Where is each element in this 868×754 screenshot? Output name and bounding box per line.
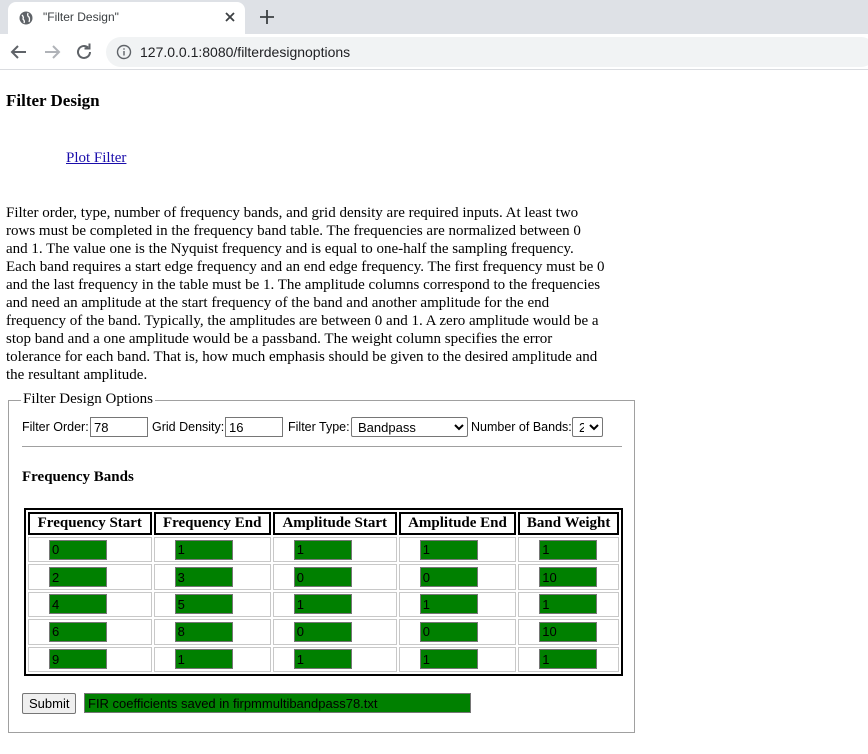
table-cell <box>518 646 619 672</box>
tab-title: "Filter Design" <box>43 10 119 24</box>
amplitude-start-input[interactable] <box>293 594 352 615</box>
frequency-start-input[interactable] <box>49 567 107 588</box>
filter-design-options-fieldset: Filter Design Options Filter Order: Grid… <box>8 391 635 733</box>
frequency-bands-heading: Frequency Bands <box>22 469 134 485</box>
frequency-start-input[interactable] <box>49 621 107 642</box>
frequency-end-input[interactable] <box>174 567 233 588</box>
table-cell <box>153 564 271 590</box>
tab-strip: "Filter Design" <box>0 0 868 34</box>
table-row <box>28 646 619 672</box>
band-weight-input[interactable] <box>539 621 598 642</box>
table-cell <box>272 564 397 590</box>
grid-density-label: Grid Density: <box>152 420 225 434</box>
table-cell <box>28 564 152 590</box>
frequency-bands-table: Frequency Start Frequency End Amplitude … <box>24 508 623 676</box>
amplitude-start-input[interactable] <box>293 567 352 588</box>
amplitude-end-input[interactable] <box>419 594 478 615</box>
table-cell <box>272 537 397 563</box>
table-cell <box>28 537 152 563</box>
table-cell <box>398 564 517 590</box>
number-of-bands-label: Number of Bands: <box>471 420 572 434</box>
status-output-field <box>84 693 471 713</box>
amplitude-start-input[interactable] <box>293 649 352 670</box>
frequency-start-input[interactable] <box>49 594 107 615</box>
grid-density-input[interactable] <box>225 417 283 437</box>
table-cell <box>398 646 517 672</box>
table-cell <box>153 591 271 618</box>
filter-order-input[interactable] <box>90 417 148 437</box>
table-row <box>28 591 619 618</box>
band-weight-input[interactable] <box>539 594 598 615</box>
address-bar[interactable]: 127.0.0.1:8080/filterdesignoptions <box>106 37 868 67</box>
fieldset-legend: Filter Design Options <box>21 391 155 408</box>
column-header: Frequency End <box>153 512 271 535</box>
browser-toolbar: 127.0.0.1:8080/filterdesignoptions <box>0 34 868 70</box>
info-icon[interactable] <box>116 44 132 60</box>
table-cell <box>272 646 397 672</box>
table-row <box>28 537 619 563</box>
table-cell <box>518 619 619 645</box>
table-row <box>28 619 619 645</box>
frequency-end-input[interactable] <box>174 539 233 560</box>
page-title: Filter Design <box>6 91 100 110</box>
table-cell <box>518 537 619 563</box>
table-cell <box>398 537 517 563</box>
column-header: Frequency Start <box>28 512 152 535</box>
table-cell <box>398 591 517 618</box>
amplitude-end-input[interactable] <box>419 567 478 588</box>
frequency-end-input[interactable] <box>174 594 233 615</box>
globe-icon <box>18 10 34 26</box>
amplitude-start-input[interactable] <box>293 621 352 642</box>
band-weight-input[interactable] <box>539 567 598 588</box>
table-header-row: Frequency Start Frequency End Amplitude … <box>28 512 619 535</box>
page-content: Filter Design Plot Filter Filter order, … <box>0 70 868 754</box>
table-cell <box>518 564 619 590</box>
filter-type-label: Filter Type: <box>288 420 350 434</box>
table-cell <box>518 591 619 618</box>
reload-icon[interactable] <box>73 41 95 63</box>
frequency-end-input[interactable] <box>174 649 233 670</box>
column-header: Amplitude End <box>398 512 517 535</box>
table-cell <box>153 537 271 563</box>
band-weight-input[interactable] <box>539 649 598 670</box>
column-header: Amplitude Start <box>272 512 397 535</box>
new-tab-icon[interactable] <box>256 6 278 28</box>
submit-button[interactable]: Submit <box>22 693 77 714</box>
description-text: Filter order, type, number of frequency … <box>6 205 605 383</box>
amplitude-end-input[interactable] <box>419 539 478 560</box>
back-arrow-icon[interactable] <box>8 41 30 63</box>
table-cell <box>28 619 152 645</box>
table-cell <box>28 591 152 618</box>
divider <box>22 446 622 447</box>
table-cell <box>272 619 397 645</box>
frequency-start-input[interactable] <box>49 649 107 670</box>
table-cell <box>153 619 271 645</box>
amplitude-end-input[interactable] <box>419 649 478 670</box>
browser-chrome: "Filter Design" 127.0.0.1:8080/filterdes… <box>0 0 868 70</box>
frequency-end-input[interactable] <box>174 621 233 642</box>
table-row <box>28 564 619 590</box>
amplitude-start-input[interactable] <box>293 539 352 560</box>
column-header: Band Weight <box>518 512 619 535</box>
frequency-start-input[interactable] <box>49 539 107 560</box>
band-weight-input[interactable] <box>539 539 598 560</box>
filter-type-select[interactable]: Bandpass <box>351 417 468 437</box>
table-cell <box>398 619 517 645</box>
table-cell <box>28 646 152 672</box>
close-icon[interactable] <box>220 7 240 27</box>
table-cell <box>153 646 271 672</box>
browser-tab[interactable]: "Filter Design" <box>8 2 245 34</box>
number-of-bands-select[interactable]: 2 <box>572 417 603 437</box>
filter-order-label: Filter Order: <box>22 420 89 434</box>
plot-filter-link[interactable]: Plot Filter <box>66 150 126 167</box>
amplitude-end-input[interactable] <box>419 621 478 642</box>
forward-arrow-icon[interactable] <box>41 41 63 63</box>
table-cell <box>272 591 397 618</box>
url-text: 127.0.0.1:8080/filterdesignoptions <box>140 44 351 60</box>
